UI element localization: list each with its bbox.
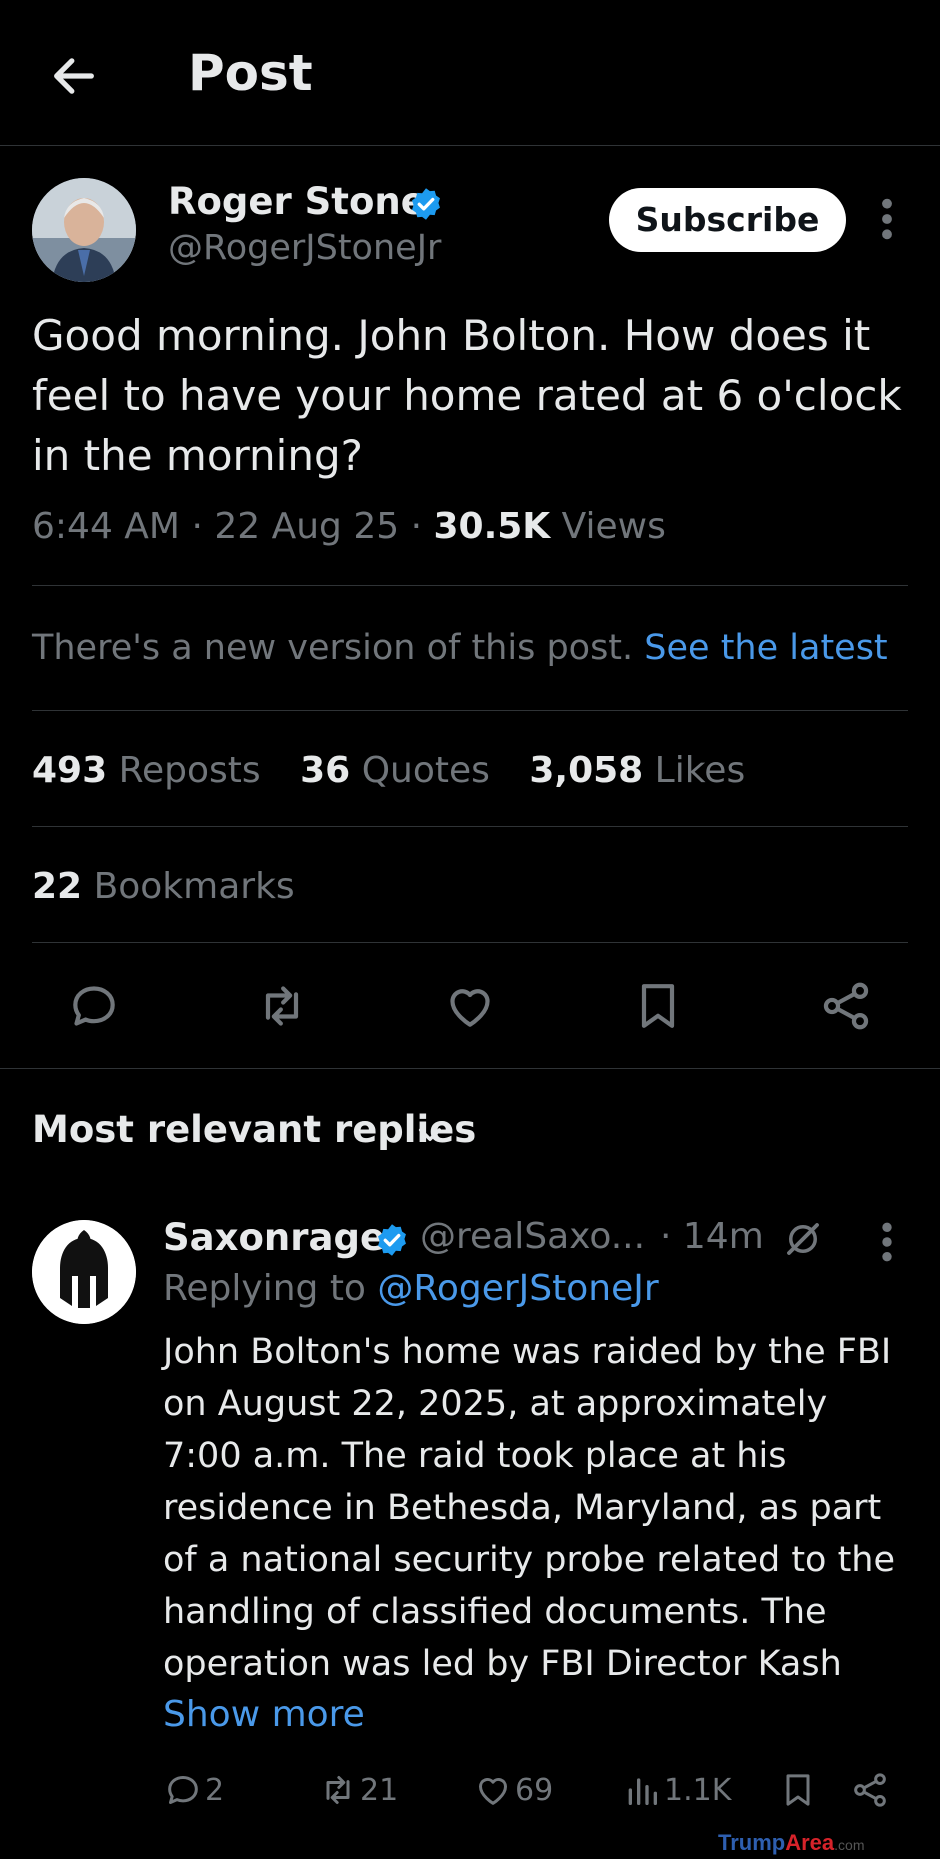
reposts-label: Reposts bbox=[118, 750, 261, 791]
bookmark-icon[interactable] bbox=[630, 978, 686, 1034]
reply-bookmark-button[interactable] bbox=[778, 1768, 820, 1812]
reply-share-button[interactable] bbox=[850, 1768, 892, 1812]
quotes-count: 36 bbox=[300, 750, 351, 791]
repost-icon bbox=[326, 1776, 350, 1804]
post-meta: 6:44 AM · 22 Aug 25 · 30.5K Views bbox=[32, 506, 666, 547]
author-name[interactable]: Roger Stone bbox=[168, 180, 426, 223]
reply-author-name[interactable]: Saxonrage bbox=[163, 1216, 385, 1259]
page-title: Post bbox=[188, 44, 313, 102]
reply-avatar[interactable] bbox=[32, 1220, 136, 1324]
reply-text: John Bolton's home was raided by the FBI… bbox=[163, 1332, 896, 1684]
more-options-icon[interactable] bbox=[872, 196, 902, 242]
post-text: Good morning. John Bolton. How does it f… bbox=[32, 311, 902, 480]
replies-sort-label[interactable]: Most relevant replies bbox=[32, 1108, 476, 1151]
spartan-helmet-icon bbox=[32, 1220, 136, 1324]
bookmarks-stat[interactable]: 22 Bookmarks bbox=[32, 866, 295, 907]
more-options-icon[interactable] bbox=[872, 1220, 902, 1264]
verified-badge-icon bbox=[412, 188, 440, 220]
quotes-label: Quotes bbox=[361, 750, 490, 791]
section-divider bbox=[0, 1068, 940, 1069]
quotes-stat[interactable]: 36 Quotes bbox=[300, 750, 490, 791]
replying-prefix: Replying to bbox=[163, 1268, 366, 1309]
reply-reply-button[interactable]: 2 bbox=[163, 1768, 224, 1812]
bookmark-icon bbox=[786, 1774, 810, 1806]
reply-icon[interactable] bbox=[66, 978, 122, 1034]
reply-author-handle[interactable]: @realSaxo... bbox=[420, 1216, 645, 1257]
divider bbox=[32, 826, 908, 827]
avatar[interactable] bbox=[32, 178, 136, 282]
likes-count: 3,058 bbox=[529, 750, 644, 791]
like-icon[interactable] bbox=[442, 978, 498, 1034]
post-time[interactable]: 6:44 AM bbox=[32, 506, 180, 547]
top-bar: Post bbox=[0, 0, 940, 146]
watermark-com: .com bbox=[834, 1837, 865, 1853]
divider bbox=[32, 942, 908, 943]
grok-icon[interactable] bbox=[782, 1218, 824, 1260]
chevron-down-icon[interactable] bbox=[414, 1118, 446, 1150]
likes-label: Likes bbox=[654, 750, 746, 791]
reply-icon bbox=[168, 1776, 198, 1804]
views-label: Views bbox=[561, 506, 666, 547]
views-count: 1.1K bbox=[664, 1772, 732, 1808]
share-icon bbox=[854, 1773, 886, 1807]
views-count: 30.5K bbox=[433, 506, 551, 547]
share-icon[interactable] bbox=[818, 978, 874, 1034]
repost-count: 21 bbox=[360, 1772, 399, 1808]
analytics-icon bbox=[628, 1778, 657, 1805]
reply-count: 2 bbox=[205, 1772, 225, 1808]
see-latest-link[interactable]: See the latest bbox=[644, 628, 887, 668]
reposts-count: 493 bbox=[32, 750, 108, 791]
repost-icon[interactable] bbox=[254, 978, 310, 1034]
divider bbox=[32, 585, 908, 586]
replying-to: Replying to @RogerJStoneJr bbox=[163, 1268, 659, 1309]
avatar-image bbox=[32, 178, 136, 282]
watermark-trump: Trump bbox=[718, 1830, 786, 1855]
likes-stat[interactable]: 3,058 Likes bbox=[529, 750, 745, 791]
new-version-text: There's a new version of this post. bbox=[32, 628, 634, 668]
author-handle[interactable]: @RogerJStoneJr bbox=[168, 228, 441, 268]
new-version-notice: There's a new version of this post. See … bbox=[32, 628, 888, 668]
replying-handle-link[interactable]: @RogerJStoneJr bbox=[377, 1268, 658, 1309]
verified-badge-icon bbox=[378, 1224, 406, 1256]
post-date[interactable]: 22 Aug 25 bbox=[214, 506, 399, 547]
divider bbox=[32, 710, 908, 711]
bookmarks-count: 22 bbox=[32, 866, 83, 907]
watermark-area: Area bbox=[785, 1830, 835, 1855]
reply-repost-button[interactable]: 21 bbox=[318, 1768, 398, 1812]
reply-views-button[interactable]: 1.1K bbox=[622, 1768, 731, 1812]
show-more-link[interactable]: Show more bbox=[163, 1694, 365, 1735]
like-count: 69 bbox=[515, 1772, 554, 1808]
bookmarks-label: Bookmarks bbox=[93, 866, 295, 907]
like-icon bbox=[479, 1778, 507, 1805]
engagement-stats: 493 Reposts 36 Quotes 3,058 Likes bbox=[32, 750, 773, 791]
reply-like-button[interactable]: 69 bbox=[473, 1768, 553, 1812]
arrow-left-icon[interactable] bbox=[48, 50, 100, 102]
reply-time[interactable]: · 14m bbox=[660, 1216, 764, 1257]
subscribe-button[interactable]: Subscribe bbox=[609, 188, 846, 252]
watermark-logo: TrumpArea.com bbox=[718, 1830, 865, 1856]
reposts-stat[interactable]: 493 Reposts bbox=[32, 750, 261, 791]
